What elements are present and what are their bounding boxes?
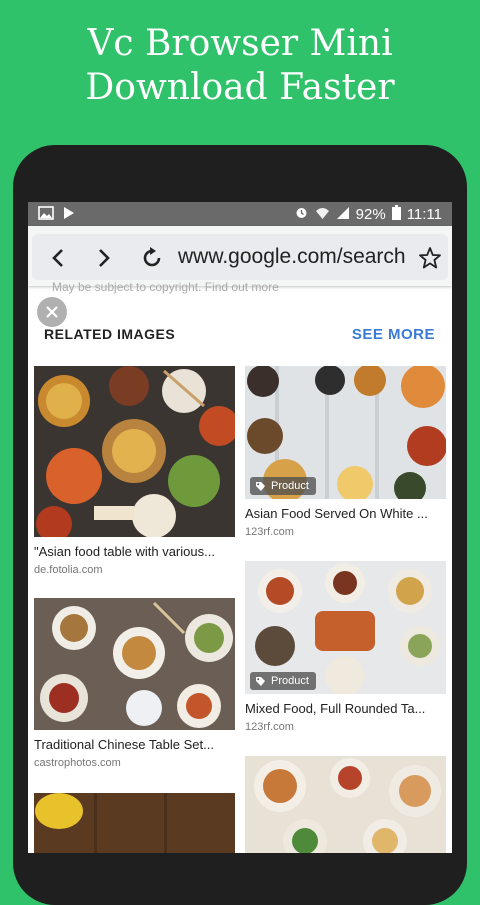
- result-source: de.fotolia.com: [34, 564, 103, 576]
- url-text[interactable]: www.google.com/search: [178, 245, 414, 269]
- tag-icon: [256, 481, 265, 491]
- product-badge: Product: [250, 672, 316, 690]
- battery-percent: 92%: [355, 206, 386, 223]
- result-image[interactable]: [34, 793, 235, 853]
- star-icon: [419, 247, 441, 269]
- gallery-icon: [38, 206, 54, 224]
- result-source: 123rf.com: [245, 721, 294, 733]
- status-bar: 92% 11:11: [28, 202, 452, 226]
- wifi-icon: [315, 206, 330, 224]
- copyright-notice: May be subject to copyright. Find out mo…: [52, 280, 279, 294]
- result-image[interactable]: [34, 598, 235, 730]
- clock: 11:11: [406, 206, 442, 223]
- close-icon: [46, 306, 58, 318]
- reload-button[interactable]: [138, 244, 166, 272]
- related-images-heading: RELATED IMAGES: [44, 326, 176, 342]
- alarm-icon: [294, 205, 309, 224]
- phone-screen: 92% 11:11 www.google.com/search May be s…: [28, 202, 452, 853]
- product-badge-label: Product: [271, 480, 309, 492]
- result-image[interactable]: Product: [245, 366, 446, 499]
- image-result-card[interactable]: [34, 793, 235, 853]
- result-image[interactable]: [245, 756, 446, 853]
- product-badge-label: Product: [271, 675, 309, 687]
- image-result-card[interactable]: [245, 756, 446, 853]
- address-bar[interactable]: www.google.com/search: [32, 234, 448, 280]
- chevron-left-icon: [52, 249, 63, 267]
- image-result-card[interactable]: Product Asian Food Served On White ... 1…: [245, 366, 446, 538]
- forward-button[interactable]: [90, 244, 118, 272]
- product-badge: Product: [250, 477, 316, 495]
- image-result-card[interactable]: Product Mixed Food, Full Rounded Ta... 1…: [245, 561, 446, 733]
- promo-line-2: Download Faster: [85, 67, 395, 108]
- tag-icon: [256, 676, 265, 686]
- image-result-card[interactable]: Traditional Chinese Table Set... castrop…: [34, 598, 235, 769]
- chevron-right-icon: [99, 249, 110, 267]
- reload-icon: [143, 247, 161, 267]
- browser-toolbar: www.google.com/search: [28, 226, 452, 286]
- close-panel-button[interactable]: [37, 297, 67, 327]
- result-image[interactable]: [34, 366, 235, 537]
- image-result-card[interactable]: "Asian food table with various... de.fot…: [34, 366, 235, 576]
- result-caption: "Asian food table with various...: [34, 544, 215, 559]
- battery-icon: [391, 205, 401, 224]
- promo-line-1: Vc Browser Mini: [87, 23, 393, 64]
- signal-icon: [336, 206, 350, 224]
- back-button[interactable]: [44, 244, 72, 272]
- result-source: castrophotos.com: [34, 757, 121, 769]
- result-caption: Asian Food Served On White ...: [245, 506, 428, 521]
- result-caption: Traditional Chinese Table Set...: [34, 737, 214, 752]
- play-store-icon: [62, 206, 76, 224]
- result-caption: Mixed Food, Full Rounded Ta...: [245, 701, 426, 716]
- see-more-link[interactable]: SEE MORE: [352, 326, 435, 343]
- bookmark-button[interactable]: [416, 244, 444, 272]
- result-source: 123rf.com: [245, 526, 294, 538]
- result-image[interactable]: Product: [245, 561, 446, 694]
- promo-headline: Vc Browser Mini Download Faster: [0, 22, 480, 110]
